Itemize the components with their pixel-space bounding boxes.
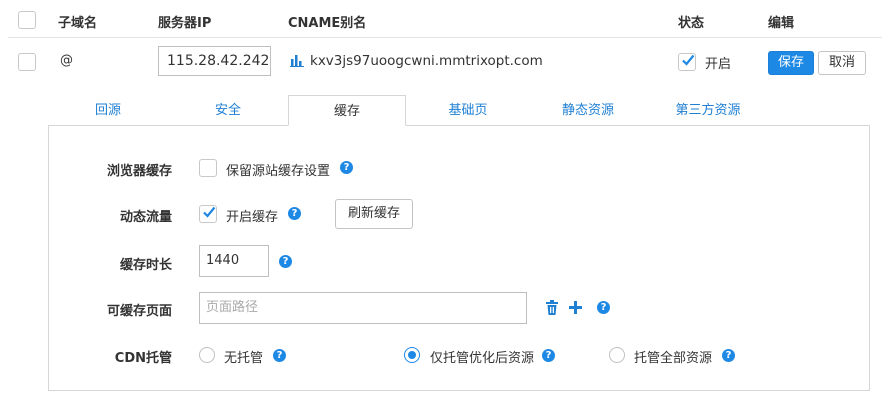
tab-base-page[interactable]: 基础页 [418,95,518,126]
header-server-ip: 服务器IP [158,16,212,31]
header-status: 状态 [678,16,705,31]
cache-duration-input[interactable]: 1440 [199,245,269,277]
keep-origin-cache-checkbox[interactable] [199,159,217,177]
cache-duration-label: 缓存时长 [119,258,172,273]
header-cname: CNAME别名 [288,16,367,31]
save-button[interactable]: 保存 [768,51,814,75]
tab-origin[interactable]: 回源 [58,95,158,126]
dynamic-traffic-label: 动态流量 [119,210,172,225]
enable-cache-label: 开启缓存 [226,210,279,225]
help-icon[interactable]: ? [542,349,555,362]
radio-optimized-only-label: 仅托管优化后资源 [430,351,535,366]
row-checkbox[interactable] [18,53,36,71]
cdn-hosting-label: CDN托管 [114,351,172,366]
radio-optimized-only[interactable] [404,347,420,363]
select-all-checkbox[interactable] [18,11,36,29]
help-icon[interactable]: ? [279,255,292,268]
tab-security[interactable]: 安全 [178,95,278,126]
cname-link[interactable]: kxv3js97uoogcwni.mmtrixopt.com [310,53,543,69]
status-label: 开启 [705,57,732,72]
help-icon[interactable]: ? [722,349,735,362]
header-edit: 编辑 [768,16,795,31]
header-subdomain: 子域名 [58,16,98,31]
radio-all-resources[interactable] [609,347,625,363]
trash-icon[interactable] [545,300,559,315]
radio-all-resources-label: 托管全部资源 [634,351,713,366]
subdomain-value: @ [60,53,73,68]
cacheable-pages-label: 可缓存页面 [106,304,172,319]
help-icon[interactable]: ? [597,301,610,314]
help-icon[interactable]: ? [340,161,353,174]
help-icon[interactable]: ? [288,207,301,220]
refresh-cache-button[interactable]: 刷新缓存 [335,199,413,229]
tab-third-party-resources[interactable]: 第三方资源 [658,95,758,126]
tab-cache[interactable]: 缓存 [288,95,406,126]
help-icon[interactable]: ? [273,349,286,362]
tab-static-resources[interactable]: 静态资源 [538,95,638,126]
keep-origin-cache-label: 保留源站缓存设置 [226,164,331,179]
server-ip-input[interactable]: 115.28.42.242 [158,46,271,76]
add-icon[interactable] [569,301,582,314]
radio-no-hosting-label: 无托管 [224,351,264,366]
radio-no-hosting[interactable] [199,347,215,363]
header-divider [8,37,882,38]
status-checkbox[interactable] [678,53,696,71]
browser-cache-label: 浏览器缓存 [106,164,172,179]
cancel-button[interactable]: 取消 [818,51,866,75]
enable-cache-checkbox[interactable] [199,205,217,223]
page-path-input[interactable]: 页面路径 [199,292,527,324]
bar-chart-icon [290,54,304,67]
